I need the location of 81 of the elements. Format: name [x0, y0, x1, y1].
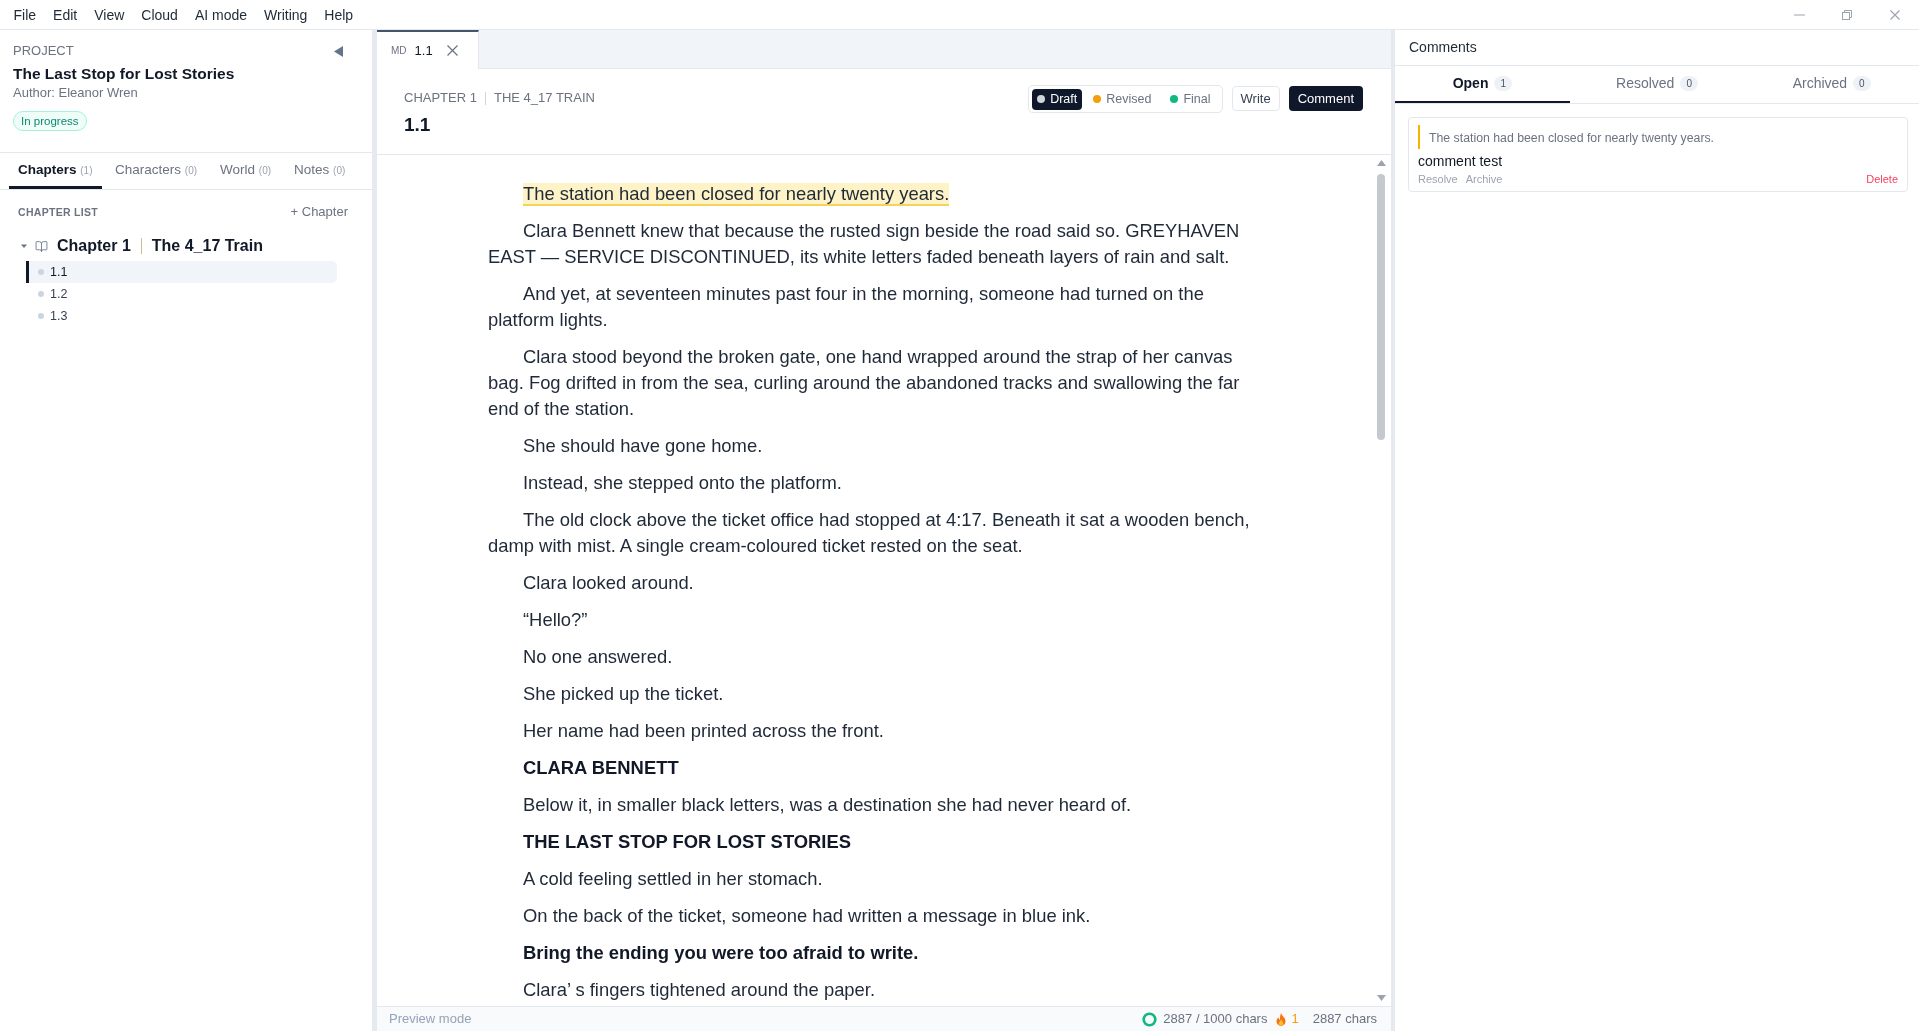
menu-item[interactable]: Writing — [255, 5, 316, 24]
close-icon[interactable] — [446, 45, 458, 56]
chapter-number[interactable]: Chapter 1 — [57, 236, 131, 256]
story-paragraph: The old clock above the ticket office had stopped at 4:17. Beneath it sat a wooden bench, damp with mist. A single cream-coloured ticket rested on the seat. — [488, 508, 1251, 558]
story-paragraph: She should have gone home. — [522, 434, 764, 458]
goal-count: 2887 / 1000 chars — [1163, 1011, 1268, 1027]
breadcrumb-item: THE 4_17 TRAIN — [493, 89, 595, 107]
story-paragraph: On the back of the ticket, someone had written a message in blue ink. — [522, 904, 1092, 928]
section-label: 1.2 — [50, 286, 68, 302]
story-paragraph: Clara Bennett knew that because the rusted sign beside the road said so. GREYHAVEN EAST — SERVICE DISCONTINUED, its white letters faded beneath layers of rain and salt. — [488, 219, 1241, 269]
panel-title: Comments — [1409, 38, 1477, 57]
delete-link[interactable]: Delete — [1866, 172, 1898, 186]
section-item[interactable]: 1.1 — [26, 261, 337, 283]
section-item[interactable]: 1.2 — [26, 283, 337, 305]
section-label: 1.3 — [50, 308, 68, 324]
menu-item[interactable]: View — [85, 5, 133, 24]
story-paragraph: Instead, she stepped onto the platform. — [522, 471, 843, 495]
triangle-up-icon[interactable] — [1376, 160, 1386, 166]
status-option[interactable]: Draft — [1032, 88, 1083, 110]
book-icon — [35, 239, 48, 253]
story-paragraph: “Hello?” — [522, 608, 589, 632]
comments-tab[interactable]: Open 1 — [1395, 66, 1570, 103]
count-badge: 1 — [1494, 76, 1512, 91]
triangle-left-icon[interactable] — [334, 45, 343, 57]
menu-item[interactable]: Edit — [44, 5, 86, 24]
story-paragraph: She picked up the ticket. — [522, 682, 725, 706]
menu-item[interactable]: AI mode — [186, 5, 256, 24]
mode-label: Preview mode — [389, 1011, 472, 1027]
section-item[interactable]: 1.3 — [26, 305, 337, 327]
count-badge: 0 — [1680, 76, 1698, 91]
status-badge: In progress — [13, 111, 87, 131]
section-title: 1.1 — [404, 113, 432, 137]
sidebar-tab[interactable]: World (0) — [210, 161, 281, 189]
quoted-text: The station had been closed for nearly twenty years. — [1429, 131, 1715, 145]
story-paragraph: Clara’ s fingers tightened around the paper. — [522, 978, 877, 1002]
story-paragraph: A cold feeling settled in her stomach. — [522, 867, 824, 891]
bold-paragraph: CLARA BENNETT — [522, 756, 680, 780]
section-label: 1.1 — [50, 264, 68, 280]
triangle-down-icon[interactable] — [1376, 995, 1386, 1001]
status-option[interactable]: Final — [1162, 88, 1219, 110]
streak-count: 1 — [1291, 1011, 1299, 1027]
menu-item[interactable]: Help — [315, 5, 362, 24]
tab-label: 1.1 — [414, 41, 433, 60]
chapter-title[interactable]: The 4_17 Train — [151, 236, 263, 256]
mode-button[interactable]: Write — [1231, 86, 1280, 111]
progress-ring-icon — [1142, 1011, 1158, 1027]
file-tab[interactable]: MD 1.1 — [377, 30, 479, 69]
caret-icon[interactable] — [21, 243, 27, 249]
add-chapter-button[interactable]: + Chapter — [290, 203, 348, 221]
list-heading: CHAPTER LIST — [18, 205, 99, 220]
count-badge: 0 — [1853, 76, 1871, 91]
story-paragraph: Clara stood beyond the broken gate, one hand wrapped around the strap of her canvas bag. Fog drifted in from the sea, curling around the abandoned tracks and swallowing the far end of the station. — [488, 345, 1241, 421]
close-icon[interactable] — [1890, 9, 1900, 20]
comments-tab[interactable]: Archived 0 — [1744, 66, 1919, 103]
story-paragraph: Below it, in smaller black letters, was a destination she had never heard of. — [522, 793, 1133, 817]
menu-item[interactable]: Cloud — [132, 5, 187, 24]
breadcrumb-item: CHAPTER 1 — [404, 89, 477, 107]
story-paragraph: Her name had been printed across the front. — [522, 719, 885, 743]
project-title: The Last Stop for Lost Stories — [13, 64, 236, 84]
scrollbar-thumb[interactable] — [1377, 174, 1385, 440]
bold-paragraph: Bring the ending you were too afraid to write. — [522, 941, 920, 965]
file-type-label: MD — [391, 44, 407, 58]
story-paragraph: And yet, at seventeen minutes past four in the morning, someone had turned on the platform lights. — [488, 282, 1205, 332]
highlighted-text[interactable]: The station had been closed for nearly twenty years. — [523, 183, 950, 206]
story-paragraph: No one answered. — [522, 645, 674, 669]
comment-text: comment test — [1418, 152, 1504, 170]
sidebar-tab[interactable]: Notes (0) — [284, 161, 355, 189]
minimize-icon[interactable] — [1793, 13, 1805, 16]
char-count: 2887 chars — [1312, 1011, 1377, 1027]
mode-button[interactable]: Comment — [1288, 86, 1363, 111]
sidebar-tab[interactable]: Chapters (1) — [9, 161, 102, 189]
comments-tab[interactable]: Resolved 0 — [1569, 66, 1745, 103]
section-label: PROJECT — [13, 42, 74, 60]
status-option[interactable]: Revised — [1085, 88, 1160, 110]
story-paragraph: Clara looked around. — [522, 571, 695, 595]
restore-icon[interactable] — [1842, 9, 1852, 20]
flame-icon — [1276, 1012, 1287, 1026]
author-text: Author: Eleanor Wren — [13, 84, 139, 101]
sidebar-tab[interactable]: Characters (0) — [105, 161, 207, 189]
menu-item[interactable]: File — [5, 5, 45, 24]
bold-paragraph: THE LAST STOP FOR LOST STORIES — [522, 830, 852, 854]
